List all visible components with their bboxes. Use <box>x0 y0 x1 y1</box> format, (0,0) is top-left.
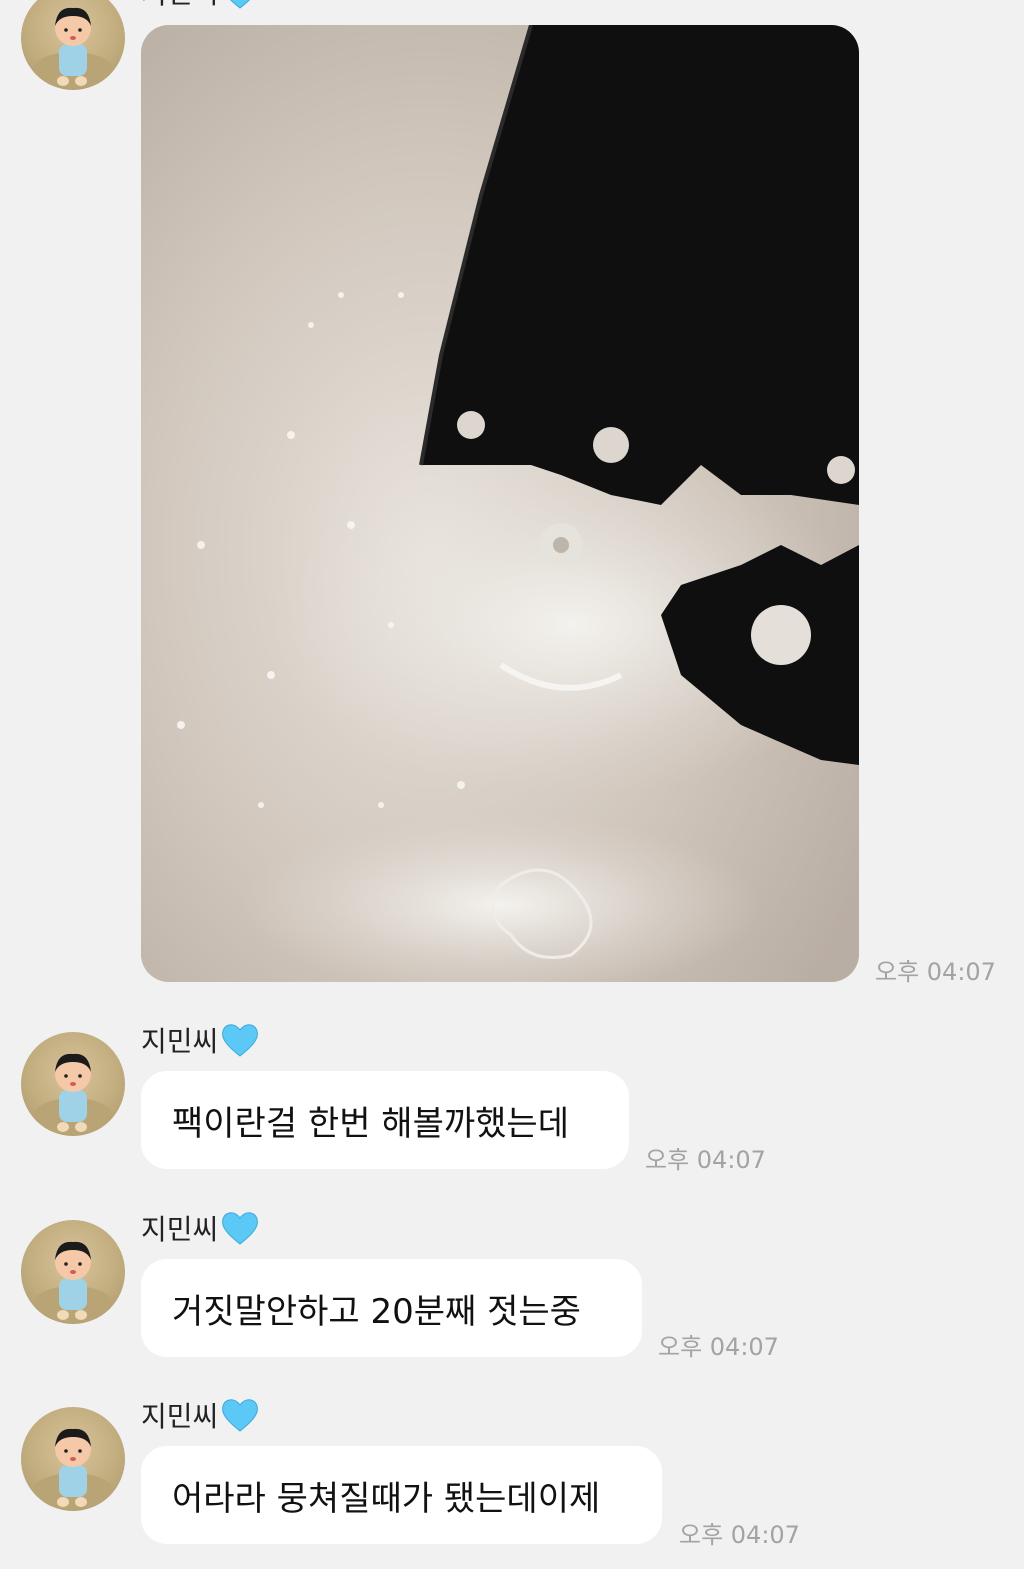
message-bubble[interactable]: 거짓말안하고 20분째 젓는중 <box>141 1259 642 1357</box>
cartoon-boy-avatar-icon <box>33 1428 113 1509</box>
sender-name: 지민씨 <box>141 0 260 12</box>
message-time: 오후 04:07 <box>645 1146 766 1174</box>
message-time: 오후 04:07 <box>658 1333 779 1361</box>
message-time: 오후 04:07 <box>875 958 996 986</box>
message-text: 팩이란걸 한번 해볼까했는데 <box>172 1103 569 1144</box>
sender-name: 지민씨 <box>141 1020 260 1060</box>
sender-name-text: 지민씨 <box>141 1025 219 1058</box>
sender-avatar[interactable] <box>21 1220 125 1324</box>
sender-name-text: 지민씨 <box>141 0 218 12</box>
blue-heart-icon <box>230 0 251 9</box>
blue-heart-icon <box>222 1399 259 1432</box>
blue-heart-icon <box>222 1212 259 1245</box>
sender-avatar[interactable] <box>21 1032 125 1136</box>
sender-avatar[interactable] <box>21 1407 125 1511</box>
message-text: 어라라 뭉쳐질때가 됐는데이제 <box>172 1478 601 1519</box>
message-bubble[interactable]: 어라라 뭉쳐질때가 됐는데이제 <box>141 1446 662 1544</box>
cartoon-boy-avatar-icon <box>33 1053 113 1134</box>
photo-message[interactable] <box>141 25 859 982</box>
sender-name-text: 지민씨 <box>141 1213 219 1246</box>
cartoon-boy-avatar-icon <box>33 1241 113 1322</box>
sender-name: 지민씨 <box>141 1208 260 1248</box>
cartoon-boy-avatar-icon <box>33 7 113 88</box>
photo-image <box>141 25 859 982</box>
message-bubble[interactable]: 팩이란걸 한번 해볼까했는데 <box>141 1071 629 1169</box>
blue-heart-icon <box>222 1024 259 1057</box>
message-text: 거짓말안하고 20분째 젓는중 <box>172 1291 581 1332</box>
sender-avatar[interactable] <box>21 0 125 90</box>
sender-name: 지민씨 <box>141 1395 260 1435</box>
message-time: 오후 04:07 <box>679 1521 800 1549</box>
sender-name-text: 지민씨 <box>141 1400 219 1433</box>
